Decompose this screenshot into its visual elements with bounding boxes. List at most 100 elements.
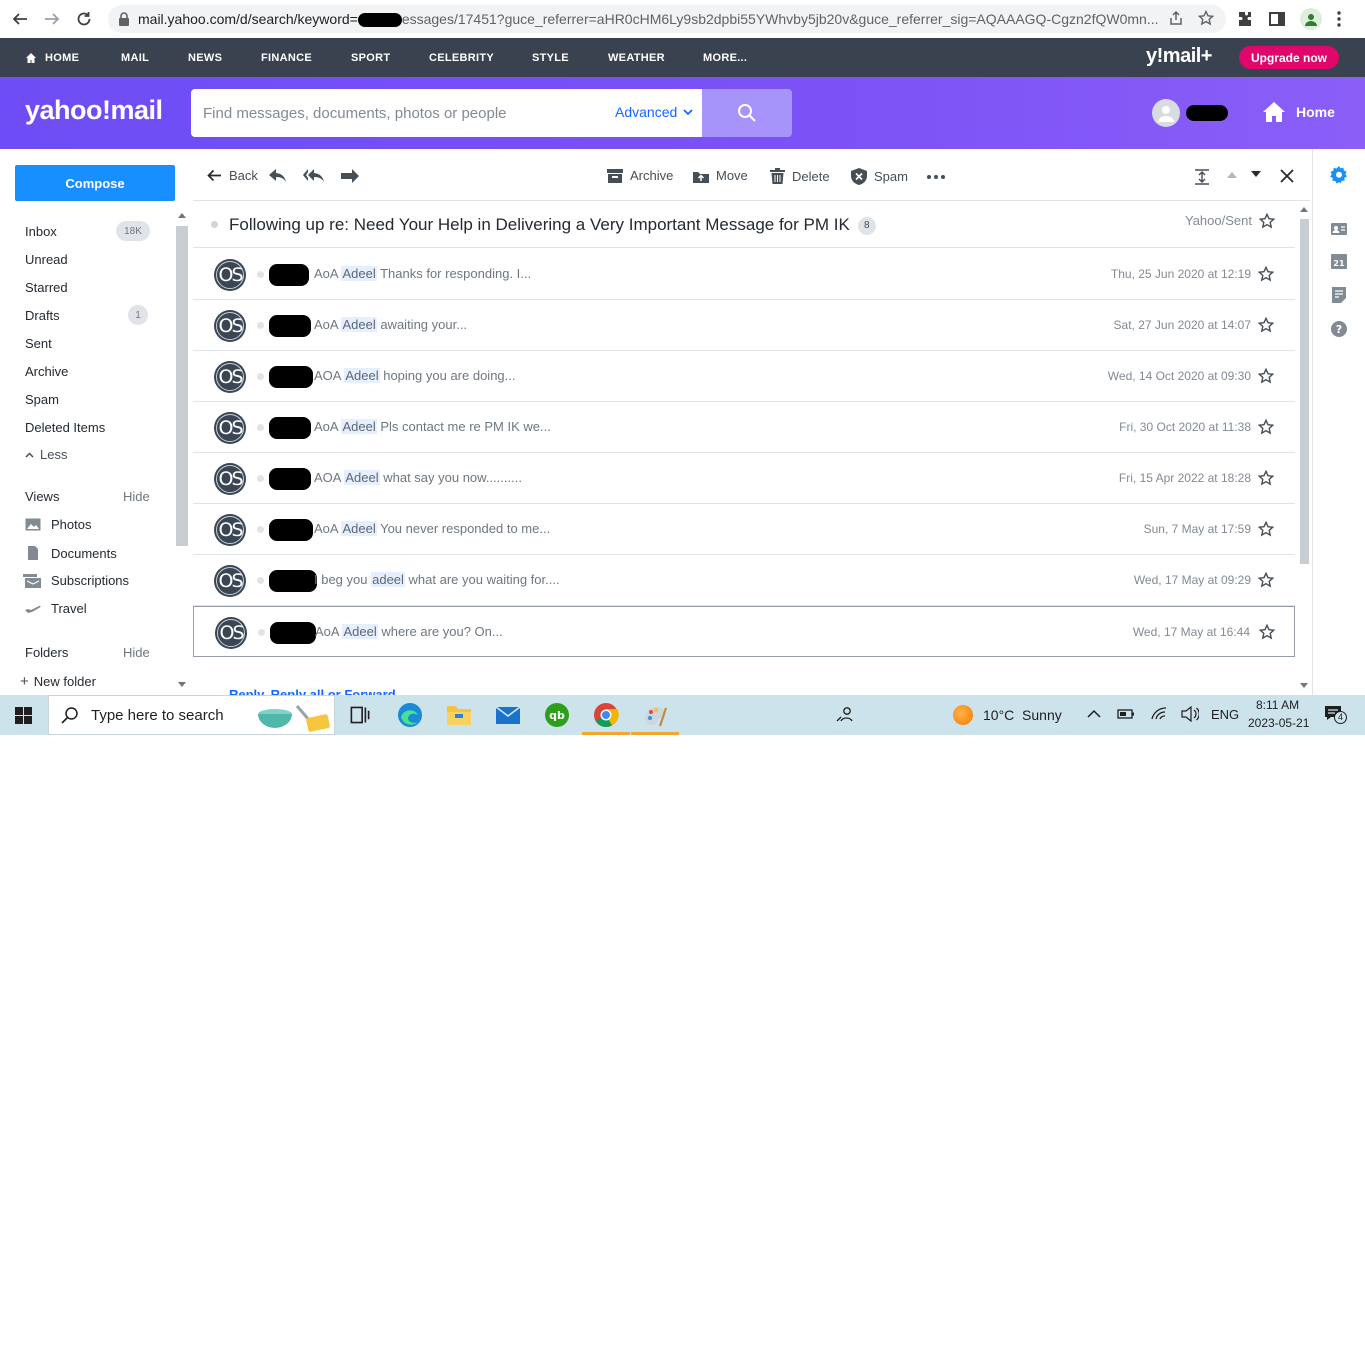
unread-dot[interactable] bbox=[257, 322, 264, 329]
sidebar-item-archive[interactable]: Archive bbox=[25, 364, 68, 379]
sender-avatar[interactable]: OS bbox=[214, 412, 246, 444]
sidebar-scrollbar[interactable] bbox=[176, 212, 188, 687]
star-icon[interactable] bbox=[1258, 266, 1274, 282]
yahoo-mail-logo[interactable]: yahoo!mail bbox=[25, 95, 163, 126]
more-options-icon[interactable] bbox=[927, 175, 945, 179]
weather-widget[interactable]: 10°C Sunny bbox=[953, 705, 1062, 725]
advanced-search-button[interactable]: Advanced bbox=[615, 104, 693, 120]
star-icon[interactable] bbox=[1258, 419, 1274, 435]
nav-sport[interactable]: SPORT bbox=[351, 52, 390, 64]
next-message-icon[interactable] bbox=[1251, 171, 1261, 178]
nav-style[interactable]: STYLE bbox=[532, 52, 569, 64]
collapse-all-icon[interactable] bbox=[1194, 169, 1210, 185]
unread-dot[interactable] bbox=[257, 424, 264, 431]
quickbooks-icon[interactable]: qb bbox=[543, 701, 571, 729]
message-row[interactable]: OS AoA Adeel where are you? On... Wed, 17 … bbox=[193, 606, 1295, 657]
browser-back-icon[interactable] bbox=[4, 3, 36, 35]
sender-avatar[interactable]: OS bbox=[214, 361, 246, 393]
side-panel-icon[interactable] bbox=[1268, 10, 1286, 28]
task-view-icon[interactable] bbox=[346, 701, 374, 729]
file-explorer-icon[interactable] bbox=[445, 701, 473, 729]
edge-browser-icon[interactable] bbox=[396, 701, 424, 729]
wifi-icon[interactable] bbox=[1151, 707, 1169, 721]
header-home-button[interactable]: Home bbox=[1262, 101, 1335, 123]
reply-links[interactable]: Reply, Reply all or Forward bbox=[229, 687, 396, 695]
sender-avatar[interactable]: OS bbox=[214, 565, 246, 597]
volume-icon[interactable] bbox=[1181, 706, 1199, 722]
mail-app-icon[interactable] bbox=[494, 701, 522, 729]
profile-avatar[interactable] bbox=[1300, 8, 1322, 30]
reply-all-icon[interactable] bbox=[303, 169, 325, 183]
view-travel[interactable]: Travel bbox=[25, 601, 87, 616]
folders-hide-button[interactable]: Hide bbox=[123, 645, 150, 660]
sidebar-item-spam[interactable]: Spam bbox=[25, 392, 59, 407]
nav-weather[interactable]: WEATHER bbox=[608, 52, 665, 64]
chevron-up-icon[interactable] bbox=[1087, 709, 1101, 718]
message-row[interactable]: OS AoA Adeel You never responded to me...… bbox=[193, 504, 1295, 555]
people-search-icon[interactable] bbox=[836, 706, 854, 724]
archive-button[interactable]: Archive bbox=[607, 168, 673, 183]
sidebar-item-unread[interactable]: Unread bbox=[25, 252, 68, 267]
chrome-icon[interactable] bbox=[582, 701, 630, 735]
extensions-icon[interactable] bbox=[1236, 10, 1254, 28]
search-button[interactable] bbox=[702, 89, 792, 137]
windows-start-icon[interactable] bbox=[15, 707, 32, 724]
new-folder-button[interactable]: + New folder bbox=[20, 673, 96, 690]
reply-icon[interactable] bbox=[269, 169, 287, 183]
notepad-icon[interactable] bbox=[1330, 286, 1348, 304]
close-icon[interactable] bbox=[1280, 169, 1294, 183]
yahoo-mail-plus-logo[interactable]: y!mail+ bbox=[1146, 45, 1212, 68]
contacts-icon[interactable] bbox=[1330, 220, 1348, 238]
calendar-icon[interactable]: 21 bbox=[1330, 252, 1348, 270]
view-subscriptions[interactable]: Subscriptions bbox=[23, 573, 129, 588]
sender-avatar[interactable]: OS bbox=[214, 514, 246, 546]
forward-icon[interactable] bbox=[341, 169, 359, 183]
upgrade-now-button[interactable]: Upgrade now bbox=[1239, 46, 1339, 69]
sidebar-item-deleted-items[interactable]: Deleted Items bbox=[25, 420, 105, 435]
taskbar-search-box[interactable]: Type here to search bbox=[48, 695, 335, 735]
browser-menu-icon[interactable] bbox=[1336, 10, 1342, 28]
search-input[interactable]: Find messages, documents, photos or peop… bbox=[191, 89, 702, 137]
star-icon[interactable] bbox=[1258, 521, 1274, 537]
bookmark-star-icon[interactable] bbox=[1198, 10, 1214, 26]
sender-avatar[interactable]: OS bbox=[215, 617, 247, 649]
paint-app-icon[interactable] bbox=[631, 701, 679, 735]
unread-dot[interactable] bbox=[257, 526, 264, 533]
nav-celebrity[interactable]: CELEBRITY bbox=[429, 52, 494, 64]
compose-button[interactable]: Compose bbox=[15, 165, 175, 201]
sidebar-item-sent[interactable]: Sent bbox=[25, 336, 52, 351]
star-icon[interactable] bbox=[1258, 368, 1274, 384]
battery-icon[interactable] bbox=[1117, 707, 1135, 721]
back-button[interactable]: Back bbox=[207, 168, 258, 183]
message-row[interactable]: OS AOA Adeel what say you now.......... Fr… bbox=[193, 453, 1295, 504]
notifications-button[interactable]: 4 bbox=[1324, 705, 1347, 725]
thread-scroll-thumb[interactable] bbox=[1300, 219, 1309, 564]
move-button[interactable]: Move bbox=[693, 168, 748, 183]
message-row[interactable]: OS AOA Adeel hoping you are doing... Wed, … bbox=[193, 351, 1295, 402]
message-row[interactable]: OS AoA Adeel awaiting your... Sat, 27 Jun … bbox=[193, 300, 1295, 351]
sender-avatar[interactable]: OS bbox=[214, 463, 246, 495]
nav-more[interactable]: MORE... bbox=[703, 52, 747, 64]
sidebar-item-inbox[interactable]: Inbox bbox=[25, 224, 57, 239]
thread-scrollbar[interactable] bbox=[1297, 201, 1311, 695]
address-bar[interactable]: mail.yahoo.com/d/search/keyword= essages/… bbox=[108, 5, 1226, 33]
sender-avatar[interactable]: OS bbox=[214, 310, 246, 342]
unread-dot[interactable] bbox=[257, 271, 264, 278]
unread-dot[interactable] bbox=[258, 629, 265, 636]
account-menu[interactable] bbox=[1152, 99, 1228, 127]
message-row[interactable]: OS I beg you adeel what are you waiting f… bbox=[193, 555, 1295, 606]
star-icon[interactable] bbox=[1259, 624, 1275, 640]
message-row[interactable]: OS AoA Adeel Thanks for responding. I... T… bbox=[193, 249, 1295, 300]
share-icon[interactable] bbox=[1168, 10, 1184, 26]
star-icon[interactable] bbox=[1258, 317, 1274, 333]
star-icon[interactable] bbox=[1258, 572, 1274, 588]
star-icon[interactable] bbox=[1259, 213, 1275, 229]
delete-button[interactable]: Delete bbox=[770, 168, 830, 184]
star-icon[interactable] bbox=[1258, 470, 1274, 486]
language-indicator[interactable]: ENG bbox=[1211, 707, 1239, 722]
sender-avatar[interactable]: OS bbox=[214, 259, 246, 291]
nav-news[interactable]: NEWS bbox=[188, 52, 222, 64]
browser-forward-icon[interactable] bbox=[36, 3, 68, 35]
unread-dot[interactable] bbox=[257, 475, 264, 482]
unread-dot[interactable] bbox=[257, 577, 264, 584]
